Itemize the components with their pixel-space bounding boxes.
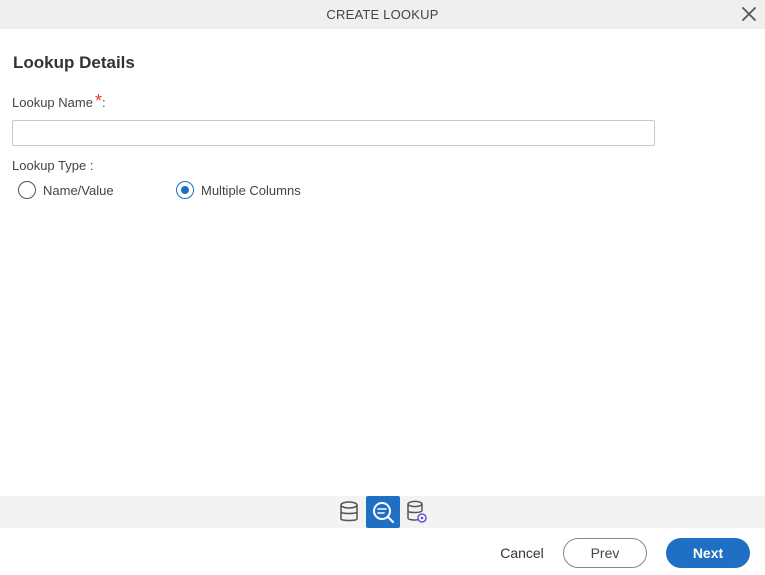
- radio-name-value-circle[interactable]: [18, 181, 36, 199]
- lookup-name-label: Lookup Name * :: [12, 91, 106, 111]
- radio-selected-dot: [181, 186, 189, 194]
- lookup-name-label-suffix: :: [101, 95, 106, 110]
- radio-name-value-label: Name/Value: [43, 182, 114, 198]
- database-settings-icon: [406, 500, 427, 523]
- lookup-name-label-text: Lookup Name: [12, 95, 93, 110]
- step-database-settings[interactable]: [400, 496, 434, 528]
- radio-multiple-columns[interactable]: Multiple Columns: [176, 180, 301, 200]
- radio-multiple-columns-circle[interactable]: [176, 181, 194, 199]
- prev-button[interactable]: Prev: [563, 538, 647, 568]
- lookup-type-label: Lookup Type :: [12, 158, 94, 173]
- close-icon[interactable]: [739, 4, 759, 24]
- dialog-title: CREATE LOOKUP: [326, 7, 439, 22]
- step-database[interactable]: [332, 496, 366, 528]
- step-lookup[interactable]: [365, 496, 400, 528]
- next-button[interactable]: Next: [666, 538, 750, 568]
- radio-name-value[interactable]: Name/Value: [18, 180, 114, 200]
- section-title: Lookup Details: [13, 53, 135, 72]
- lookup-name-input[interactable]: [12, 120, 655, 146]
- lookup-search-icon: [372, 502, 394, 524]
- step-navigator: [0, 496, 765, 528]
- cancel-button[interactable]: Cancel: [492, 540, 552, 566]
- required-indicator: *: [94, 91, 102, 111]
- radio-multiple-columns-label: Multiple Columns: [201, 182, 301, 198]
- database-icon: [339, 501, 358, 522]
- dialog-title-bar: CREATE LOOKUP: [0, 0, 765, 29]
